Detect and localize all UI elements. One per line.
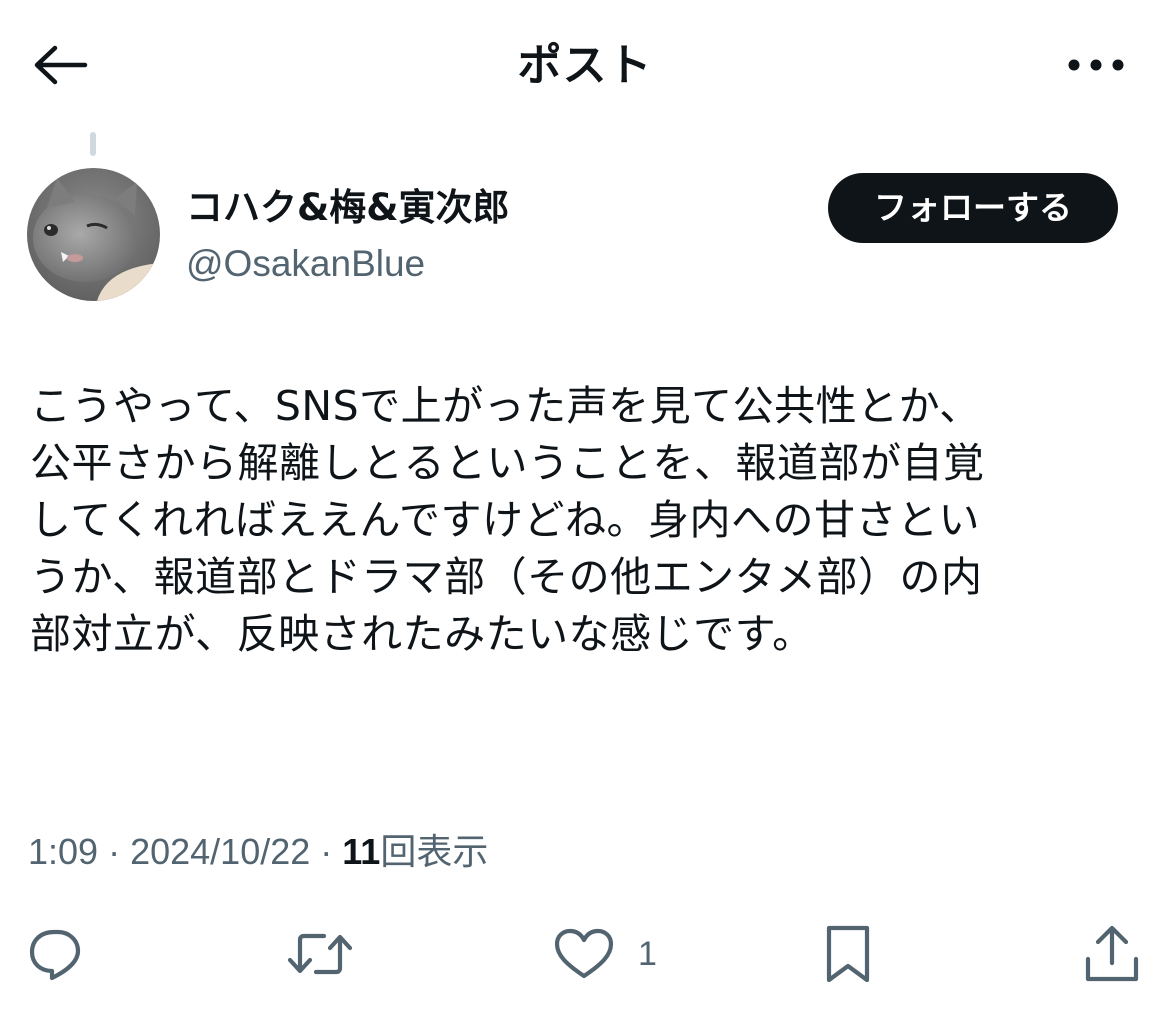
post-text-line: 公平さから解離しとるということを、報道部が自覚 bbox=[30, 439, 985, 487]
author-display-name[interactable]: コハク&梅&寅次郎 bbox=[186, 182, 510, 234]
gray-cat-avatar-icon bbox=[27, 168, 160, 301]
page-title: ポスト bbox=[517, 40, 653, 91]
post-text-line: 部対立が、反映されたみたいな感じです。 bbox=[30, 610, 814, 658]
share-button[interactable] bbox=[1082, 912, 1142, 996]
repost-icon bbox=[284, 924, 356, 984]
action-bar: 1 bbox=[0, 912, 1170, 996]
post-text-line: うか、報道部とドラマ部（その他エンタメ部）の内 bbox=[30, 553, 983, 601]
reply-button[interactable] bbox=[26, 912, 86, 996]
post-text-line: こうやって、SNSで上がった声を見て公共性とか、 bbox=[30, 382, 981, 430]
thread-connector-line bbox=[90, 132, 96, 156]
top-bar: ポスト bbox=[0, 0, 1170, 132]
meta-separator: · bbox=[310, 831, 343, 872]
follow-button[interactable]: フォローする bbox=[828, 173, 1118, 243]
like-button[interactable]: 1 bbox=[552, 912, 657, 996]
views-count: 11 bbox=[342, 831, 381, 872]
post-metadata: 1:09 · 2024/10/22 · 11回表示 bbox=[28, 826, 488, 878]
reply-icon bbox=[26, 924, 86, 984]
views-label: 回表示 bbox=[380, 831, 489, 872]
post-time[interactable]: 1:09 bbox=[28, 831, 98, 872]
post-date[interactable]: 2024/10/22 bbox=[130, 831, 310, 872]
like-count: 1 bbox=[638, 934, 657, 973]
more-options-button[interactable] bbox=[1046, 34, 1146, 100]
meta-separator: · bbox=[98, 831, 131, 872]
bookmark-button[interactable] bbox=[820, 912, 876, 996]
author-handle[interactable]: @OsakanBlue bbox=[186, 238, 425, 290]
post-text: こうやって、SNSで上がった声を見て公共性とか、 公平さから解離しとるということ… bbox=[30, 378, 1140, 663]
share-icon bbox=[1082, 923, 1142, 985]
avatar[interactable] bbox=[27, 168, 160, 301]
repost-button[interactable] bbox=[284, 912, 356, 996]
bookmark-icon bbox=[820, 922, 876, 986]
post-text-line: してくれればええんですけどね。身内への甘さとい bbox=[30, 496, 980, 544]
more-horizontal-icon bbox=[1066, 57, 1126, 77]
heart-icon bbox=[552, 924, 616, 984]
